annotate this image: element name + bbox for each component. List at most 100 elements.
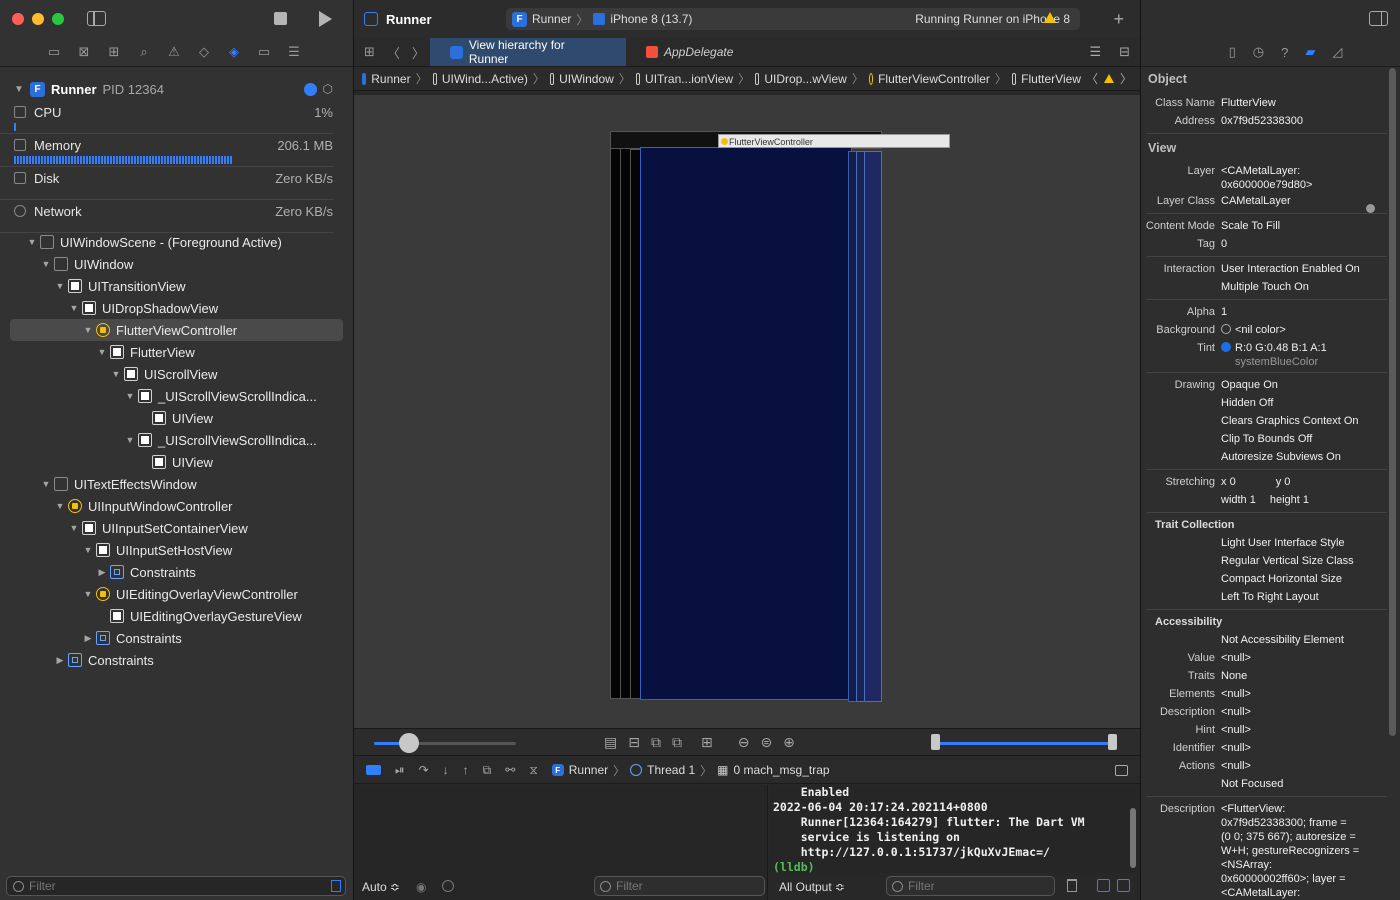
jump-bar-item[interactable]: UITran...ionView [645,72,733,86]
tree-node[interactable]: ▼ UIInputSetHostView [10,539,343,561]
tree-node[interactable]: ▼ UIDropShadowView [10,297,343,319]
issue-navigator-icon[interactable]: ⚠ [166,44,182,60]
debug-view-hierarchy-icon[interactable]: ⧉ [483,763,492,778]
symbol-navigator-icon[interactable]: ⊞ [106,44,122,60]
related-items-icon[interactable]: ⊞ [364,44,375,60]
chevron-down-icon[interactable]: ▼ [96,347,108,357]
tree-node[interactable]: ▼ UITransitionView [10,275,343,297]
console-output-popup[interactable]: All Output ≎ [779,880,845,894]
debug-process-crumb[interactable]: F Runner 〉 Thread 1 〉 ▦ 0 mach_msg_trap [551,762,830,779]
show-constraints-icon[interactable]: ⊟ [628,734,640,751]
chevron-down-icon[interactable]: ▼ [26,237,38,247]
variables-filter-field[interactable]: Filter [594,876,765,896]
chevron-right-icon[interactable]: ▶ [82,633,94,644]
tree-node[interactable]: ▼ UIWindow [10,253,343,275]
info-icon[interactable] [303,82,317,96]
cpu-gauge[interactable]: CPU 1% [0,101,333,134]
back-icon[interactable]: 〈 [387,43,400,62]
chevron-down-icon[interactable]: ▼ [54,501,66,511]
jump-bar-item[interactable]: FlutterViewController [878,72,990,86]
tree-node[interactable]: ▶ Constraints [10,627,343,649]
variables-scope-popup[interactable]: Auto ≎ [362,880,400,894]
tab-view-hierarchy[interactable]: View hierarchy for Runner [430,38,626,66]
tree-node[interactable]: ▼ UIWindowScene - (Foreground Active) [10,231,343,253]
tree-node[interactable]: ▼ UIInputWindowController [10,495,343,517]
editor-options-icon[interactable]: ☰ [1089,44,1101,60]
trait-collection-header[interactable]: Trait Collection [1141,516,1387,534]
warning-icon[interactable] [1044,12,1056,23]
file-inspector-icon[interactable]: ▯ [1229,44,1236,60]
hide-debug-area-icon[interactable] [1115,764,1128,776]
info-icon[interactable] [442,880,454,892]
tree-node[interactable]: ▼ FlutterViewController [10,319,343,341]
tree-node[interactable]: ▼ _UIScrollViewScrollIndica... [10,385,343,407]
process-row[interactable]: ▼ F Runner PID 12364 ⬡ [14,77,333,101]
step-over-icon[interactable]: ↷ [419,763,429,777]
run-icon[interactable] [319,11,332,27]
stop-icon[interactable] [274,12,287,25]
breakpoint-navigator-icon[interactable]: ▭ [256,44,272,60]
source-control-navigator-icon[interactable]: ⊠ [76,44,92,60]
jump-bar-item[interactable]: FlutterView [1021,72,1081,86]
chevron-down-icon[interactable]: ▼ [40,479,52,489]
chevron-down-icon[interactable]: ▼ [40,259,52,269]
view-controller-label[interactable]: FlutterViewController [718,134,950,148]
step-into-icon[interactable]: ↓ [443,763,449,777]
tree-node[interactable]: ▼ _UIScrollViewScrollIndica... [10,429,343,451]
view-section-header[interactable]: View [1141,137,1387,159]
split-editor-icon[interactable]: ⊟ [1119,44,1130,60]
hide-navigator-icon[interactable] [87,11,106,26]
chevron-down-icon[interactable]: ▼ [124,435,136,445]
cube-icon[interactable]: ⬡ [323,82,333,96]
debug-frame-label[interactable]: 0 mach_msg_trap [734,763,830,777]
memory-graph-icon[interactable]: ⚯ [505,763,515,777]
jump-bar-item[interactable]: Runner [371,72,410,86]
chevron-down-icon[interactable]: ▼ [82,325,94,335]
close-window-button[interactable] [12,13,24,25]
lldb-prompt[interactable]: (lldb) [773,860,1136,873]
memory-gauge[interactable]: Memory 206.1 MB [0,134,333,167]
navigator-filter-field[interactable]: Filter [6,876,346,896]
tree-node[interactable]: UIView [10,407,343,429]
test-navigator-icon[interactable]: ◇ [196,44,212,60]
forward-icon[interactable]: 〉 [412,43,425,62]
tree-node[interactable]: UIEditingOverlayGestureView [10,605,343,627]
tree-node[interactable]: ▶ Constraints [10,649,343,671]
pause-icon[interactable]: ⏯ [395,763,405,778]
recent-filter-icon[interactable] [331,880,341,892]
tab-appdelegate[interactable]: AppDelegate [626,38,753,66]
find-navigator-icon[interactable]: ⌕ [136,44,152,60]
chevron-down-icon[interactable]: ▼ [124,391,136,401]
tree-node[interactable]: ▼ UIScrollView [10,363,343,385]
change-canvas-icon[interactable]: ⧉ [672,734,682,751]
chevron-down-icon[interactable]: ▼ [14,84,24,95]
show-console-icon[interactable] [1117,879,1130,892]
chevron-right-icon[interactable]: ▶ [54,655,66,666]
quick-help-icon[interactable]: ? [1281,45,1288,60]
actual-size-icon[interactable]: ⊜ [760,734,772,751]
add-icon[interactable]: + [1113,9,1124,30]
report-navigator-icon[interactable]: ☰ [286,44,302,60]
inspector-scrollbar[interactable] [1389,68,1396,736]
chevron-down-icon[interactable]: ▼ [68,303,80,313]
minimize-window-button[interactable] [32,13,44,25]
breakpoints-toggle-icon[interactable] [366,765,381,775]
jump-bar-item[interactable]: UIWindow [559,72,614,86]
console-scrollbar[interactable] [1130,808,1136,868]
spacing-slider[interactable] [374,742,516,745]
device-name[interactable]: iPhone 8 (13.7) [610,12,692,26]
range-end-knob[interactable] [1108,734,1117,750]
step-out-icon[interactable]: ↑ [463,763,469,777]
show-variables-icon[interactable] [1097,879,1110,892]
trash-icon[interactable] [1067,879,1077,892]
range-slider[interactable] [934,742,1114,745]
chevron-down-icon[interactable]: ▼ [68,523,80,533]
spacing-slider-knob[interactable] [399,733,419,753]
zoom-in-icon[interactable]: ⊕ [783,734,795,751]
uiview-layer[interactable] [864,151,882,702]
network-gauge[interactable]: Network Zero KB/s [0,200,333,233]
next-issue-icon[interactable]: 〉 [1120,70,1132,87]
chevron-down-icon[interactable]: ▼ [54,281,66,291]
chevron-down-icon[interactable]: ▼ [110,369,122,379]
jump-bar-item[interactable]: UIDrop...wView [764,72,846,86]
